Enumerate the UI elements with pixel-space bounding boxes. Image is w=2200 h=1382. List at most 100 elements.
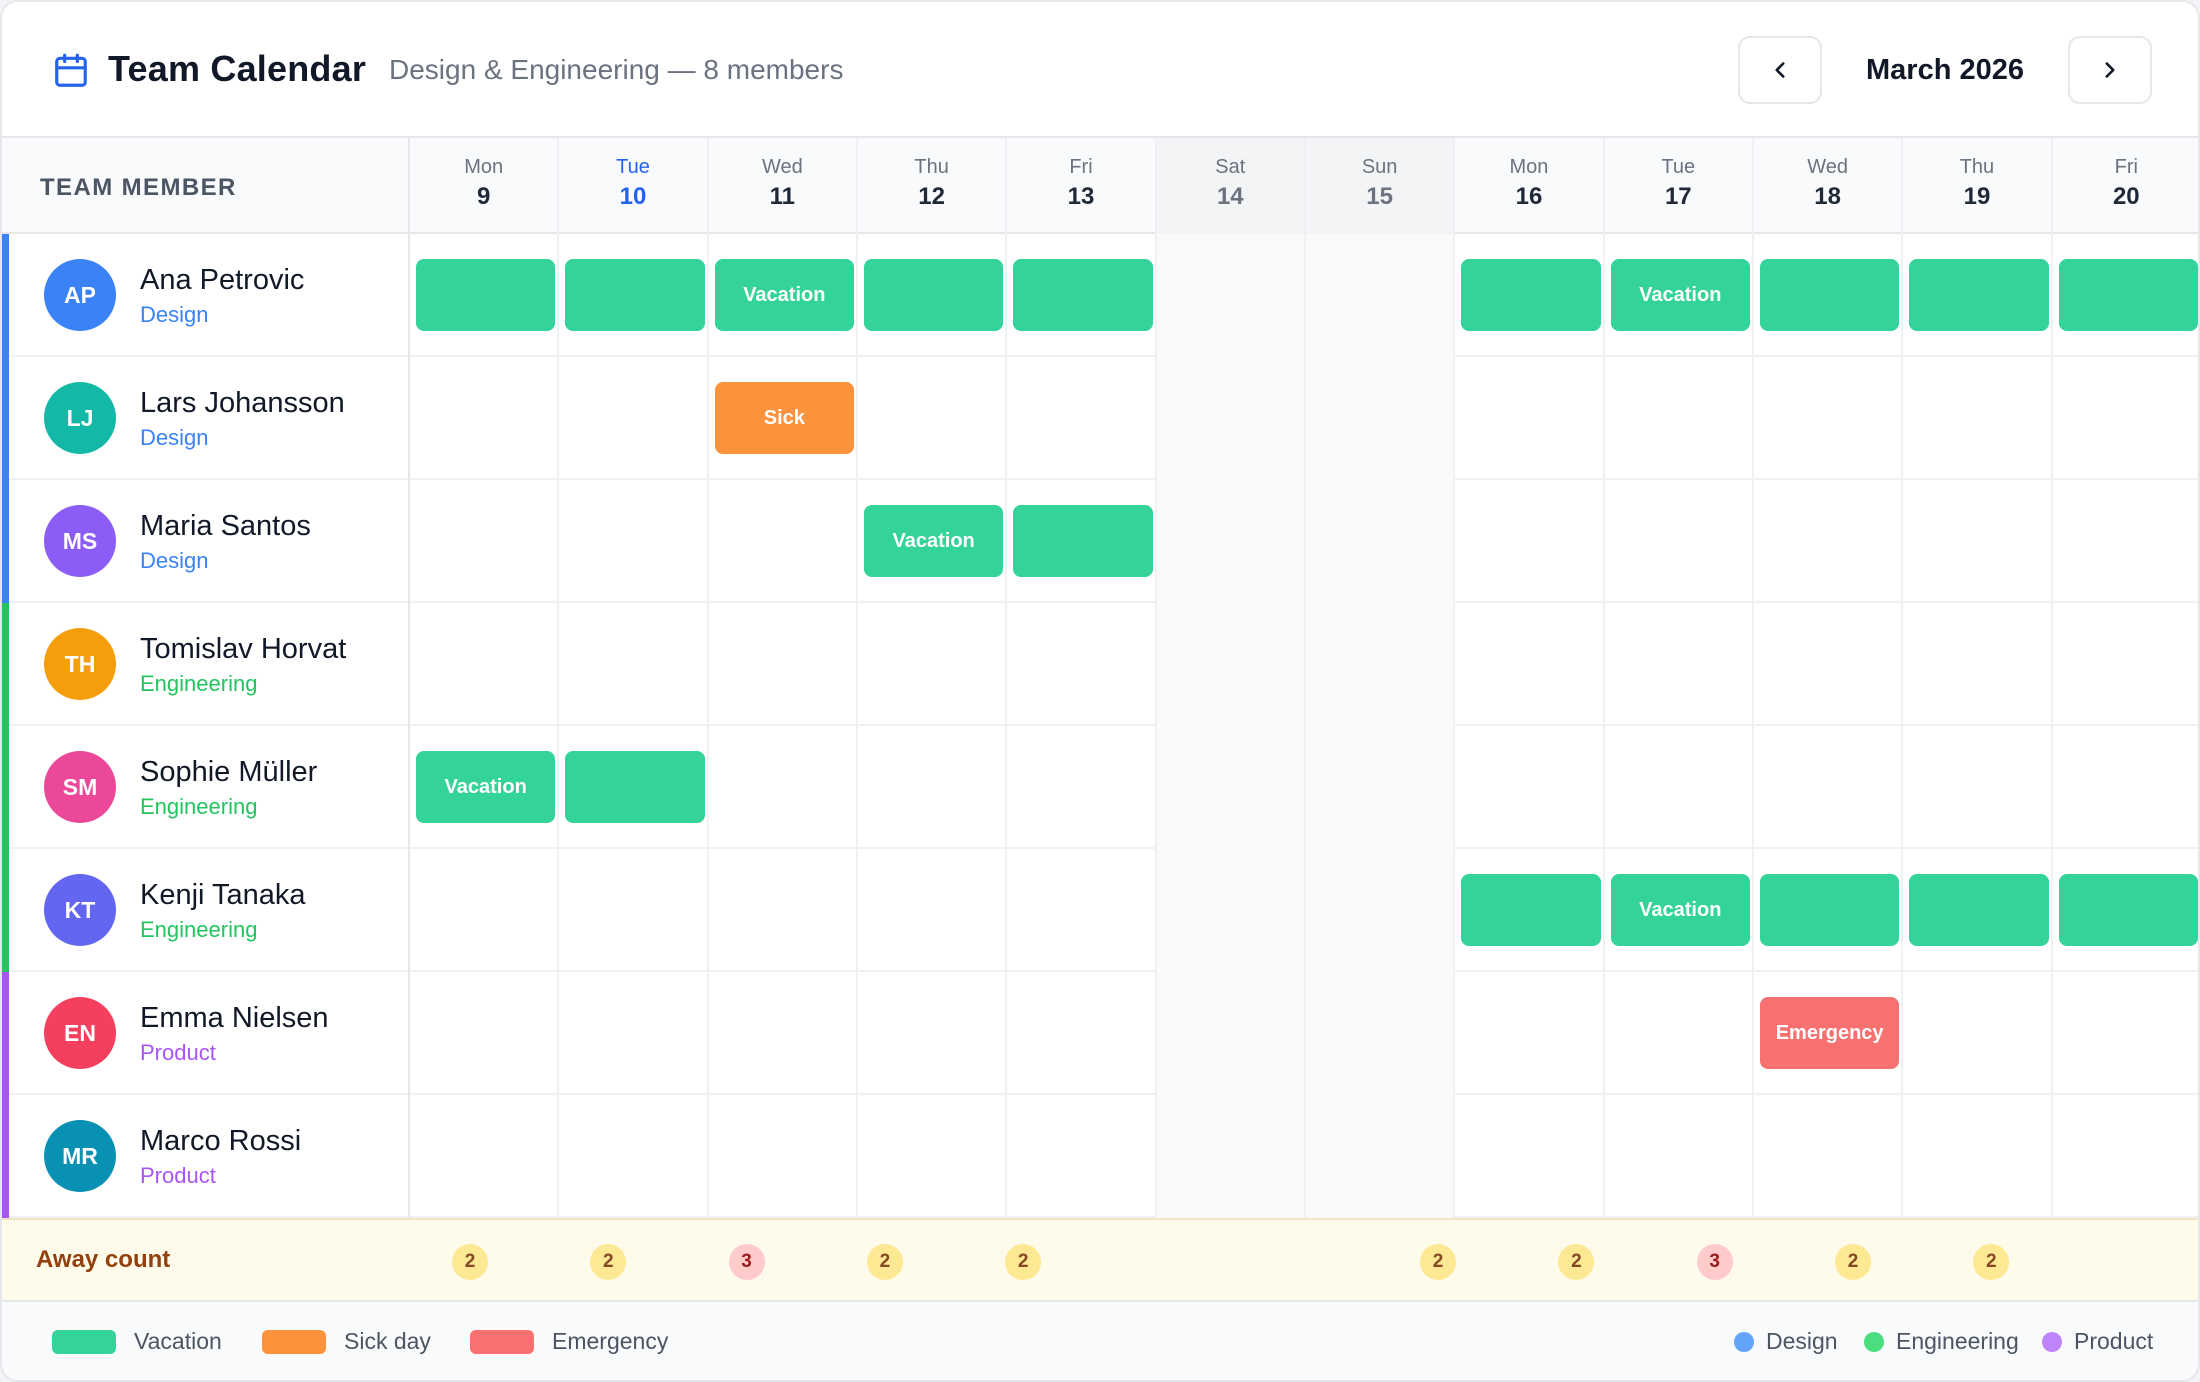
member-info[interactable]: LJ Lars Johansson Design <box>2 357 410 480</box>
next-period-button[interactable] <box>2068 36 2152 104</box>
day-cell[interactable] <box>709 849 858 972</box>
day-cell[interactable] <box>1455 603 1605 726</box>
day-cell[interactable] <box>858 972 1008 1095</box>
day-cell[interactable] <box>858 357 1008 480</box>
day-cell[interactable] <box>858 726 1008 849</box>
day-cell[interactable] <box>410 972 560 1095</box>
vacation-block[interactable] <box>416 259 556 331</box>
day-cell[interactable] <box>1605 726 1754 849</box>
day-cell[interactable] <box>2053 726 2198 849</box>
day-cell[interactable] <box>1156 480 1306 603</box>
vacation-block[interactable] <box>565 751 705 823</box>
day-cell[interactable] <box>410 480 560 603</box>
day-cell[interactable] <box>1605 1095 1754 1218</box>
day-cell[interactable] <box>1305 849 1456 972</box>
day-cell[interactable] <box>2053 357 2198 480</box>
vacation-block[interactable] <box>1759 874 1900 946</box>
day-header[interactable]: Thu 19 <box>1903 138 2053 234</box>
day-cell[interactable] <box>559 1095 709 1218</box>
day-cell[interactable] <box>1305 357 1456 480</box>
vacation-block[interactable] <box>1013 259 1153 331</box>
vacation-block[interactable] <box>2058 259 2198 331</box>
day-cell[interactable] <box>1455 972 1605 1095</box>
day-cell[interactable] <box>410 1095 560 1218</box>
vacation-block[interactable] <box>1461 259 1601 331</box>
day-cell[interactable] <box>1156 1095 1306 1218</box>
day-header[interactable]: Wed 18 <box>1754 138 1904 234</box>
day-cell[interactable] <box>1605 972 1754 1095</box>
day-header[interactable]: Tue 17 <box>1605 138 1754 234</box>
day-cell[interactable] <box>559 480 709 603</box>
emergency-block[interactable]: Emergency <box>1759 997 1900 1069</box>
day-cell[interactable] <box>1455 357 1605 480</box>
day-cell[interactable] <box>1455 480 1605 603</box>
day-cell[interactable] <box>1754 480 1904 603</box>
day-header[interactable]: Fri 20 <box>2053 138 2198 234</box>
day-cell[interactable] <box>1903 726 2053 849</box>
vacation-block[interactable] <box>1909 259 2049 331</box>
day-cell[interactable] <box>1754 603 1904 726</box>
day-header[interactable]: Sun 15 <box>1305 138 1456 234</box>
day-cell[interactable] <box>1605 603 1754 726</box>
day-cell[interactable] <box>559 849 709 972</box>
member-info[interactable]: MR Marco Rossi Product <box>2 1095 410 1218</box>
day-cell[interactable] <box>1754 357 1904 480</box>
member-info[interactable]: KT Kenji Tanaka Engineering <box>2 849 410 972</box>
day-header[interactable]: Mon 9 <box>410 138 560 234</box>
day-cell[interactable] <box>559 603 709 726</box>
day-cell[interactable] <box>1305 726 1456 849</box>
day-cell[interactable] <box>410 357 560 480</box>
day-cell[interactable] <box>858 849 1008 972</box>
day-cell[interactable] <box>1305 603 1456 726</box>
day-cell[interactable] <box>1605 480 1754 603</box>
day-cell[interactable] <box>709 1095 858 1218</box>
vacation-block[interactable]: Vacation <box>416 751 556 823</box>
day-cell[interactable] <box>1007 849 1157 972</box>
day-cell[interactable] <box>1007 972 1157 1095</box>
day-cell[interactable] <box>1903 480 2053 603</box>
day-header[interactable]: Tue 10 <box>559 138 709 234</box>
day-cell[interactable] <box>1305 234 1456 357</box>
previous-period-button[interactable] <box>1738 36 1822 104</box>
day-cell[interactable] <box>709 972 858 1095</box>
day-cell[interactable] <box>1903 972 2053 1095</box>
day-header[interactable]: Wed 11 <box>709 138 858 234</box>
day-cell[interactable] <box>1754 726 1904 849</box>
vacation-block[interactable]: Vacation <box>1610 874 1750 946</box>
vacation-block[interactable] <box>1759 259 1900 331</box>
day-cell[interactable] <box>1903 357 2053 480</box>
vacation-block[interactable] <box>1461 874 1601 946</box>
day-cell[interactable] <box>709 726 858 849</box>
day-cell[interactable] <box>410 849 560 972</box>
member-info[interactable]: MS Maria Santos Design <box>2 480 410 603</box>
day-cell[interactable] <box>1903 603 2053 726</box>
day-cell[interactable] <box>1305 1095 1456 1218</box>
day-cell[interactable] <box>2053 1095 2198 1218</box>
day-header[interactable]: Fri 13 <box>1007 138 1157 234</box>
vacation-block[interactable]: Vacation <box>714 259 854 331</box>
day-header[interactable]: Sat 14 <box>1156 138 1306 234</box>
day-cell[interactable] <box>1156 972 1306 1095</box>
member-info[interactable]: EN Emma Nielsen Product <box>2 972 410 1095</box>
day-cell[interactable] <box>1156 357 1306 480</box>
day-cell[interactable] <box>1007 357 1157 480</box>
day-cell[interactable] <box>2053 972 2198 1095</box>
vacation-block[interactable]: Vacation <box>863 505 1004 577</box>
member-info[interactable]: SM Sophie Müller Engineering <box>2 726 410 849</box>
day-cell[interactable] <box>709 603 858 726</box>
member-info[interactable]: AP Ana Petrovic Design <box>2 234 410 357</box>
day-cell[interactable] <box>1156 849 1306 972</box>
day-cell[interactable] <box>1156 603 1306 726</box>
member-info[interactable]: TH Tomislav Horvat Engineering <box>2 603 410 726</box>
day-cell[interactable] <box>559 357 709 480</box>
day-cell[interactable] <box>1754 1095 1904 1218</box>
day-cell[interactable] <box>2053 603 2198 726</box>
day-cell[interactable] <box>559 972 709 1095</box>
day-cell[interactable] <box>858 603 1008 726</box>
sick-block[interactable]: Sick <box>714 382 854 454</box>
day-cell[interactable] <box>858 1095 1008 1218</box>
day-cell[interactable] <box>1455 726 1605 849</box>
day-cell[interactable] <box>1156 234 1306 357</box>
day-cell[interactable] <box>1007 726 1157 849</box>
vacation-block[interactable] <box>1013 505 1153 577</box>
